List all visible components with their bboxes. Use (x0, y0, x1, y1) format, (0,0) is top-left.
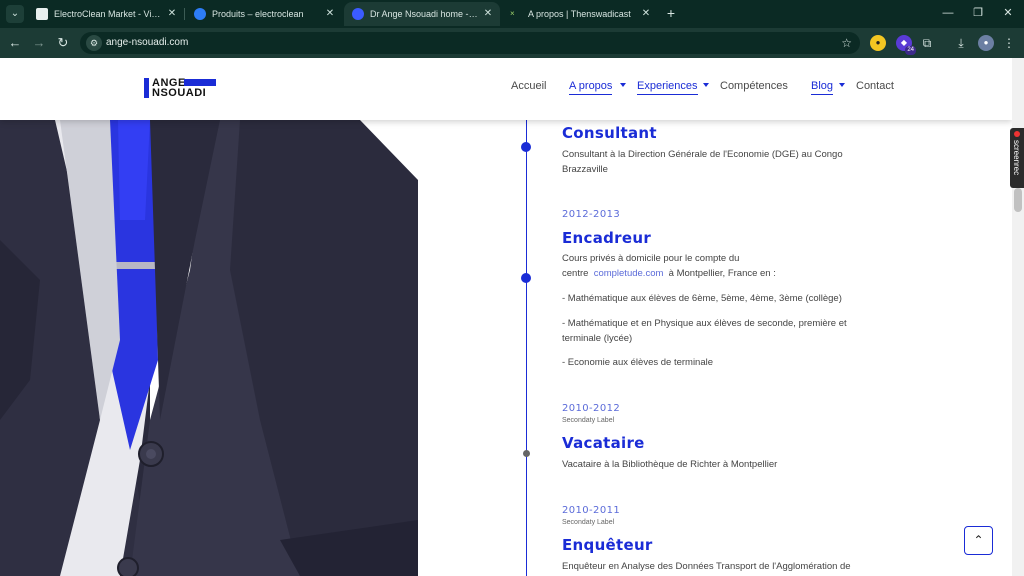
nav-a-propos[interactable]: A propos (569, 80, 613, 95)
tab-title: A propos | Thenswadicast (528, 9, 631, 19)
new-tab-button[interactable]: + (662, 4, 680, 22)
tab-ange-nsouadi-home[interactable]: Dr Ange Nsouadi home - Ange ✕ (344, 2, 500, 26)
tab-title: Dr Ange Nsouadi home - Ange (370, 9, 478, 19)
timeline-date: 2012-2013 (562, 209, 621, 220)
timeline-title: Consultant (562, 124, 657, 142)
thenswadicast-favicon-icon: × (510, 9, 515, 18)
close-tab-icon[interactable]: ✕ (166, 2, 178, 26)
electroclean-favicon-icon (36, 8, 48, 20)
extension-badge: 24 (905, 46, 916, 55)
nav-competences[interactable]: Compétences (720, 80, 788, 92)
site-header: ANGE NSOUADI Accueil A propos Experience… (0, 58, 1012, 120)
chevron-down-icon (839, 83, 845, 87)
nav-experiences[interactable]: Experiences (637, 80, 698, 95)
timeline-date: 2010-2011 (562, 505, 621, 516)
minimize-window-button[interactable]: — (938, 4, 958, 22)
screenrec-label: screenrec (1012, 140, 1021, 176)
timeline-description: Vacataire à la Bibliothèque de Richter à… (562, 459, 778, 470)
tab-search-button[interactable]: ⌄ (6, 5, 24, 23)
timeline-text: centre (562, 268, 589, 279)
timeline-bullet: - Mathématique aux élèves de 6ème, 5ème,… (562, 293, 842, 304)
timeline-line (526, 120, 527, 576)
tab-separator (184, 8, 185, 20)
logo-accent-bar (184, 79, 216, 86)
extension-counter-icon[interactable]: ◆ 24 (896, 35, 916, 55)
bookmark-star-icon[interactable]: ☆ (841, 32, 852, 54)
timeline-description: Consultant à la Direction Générale de l'… (562, 149, 843, 175)
web-page: ANGE NSOUADI Accueil A propos Experience… (0, 58, 1012, 576)
timeline-description: centre completude.com à Montpellier, Fra… (562, 266, 882, 281)
back-button[interactable]: ← (6, 34, 24, 52)
timeline-description: Enquêteur en Analyse des Données Transpo… (562, 561, 851, 572)
forward-button[interactable]: → (30, 34, 48, 52)
tab-title: ElectroClean Market - Vision M (54, 9, 162, 19)
back-to-top-button[interactable]: ⌃ (964, 526, 993, 555)
timeline-bullet: - Mathématique et en Physique aux élèves… (562, 318, 847, 344)
screenrec-widget[interactable]: screenrec (1010, 128, 1024, 188)
address-bar[interactable]: ⚙ ange-nsouadi.com ☆ (80, 32, 860, 54)
logo-bar (144, 78, 149, 98)
nav-accueil[interactable]: Accueil (511, 80, 546, 92)
close-window-button[interactable]: ✕ (998, 4, 1018, 22)
browser-toolbar: ← → ↻ ⚙ ange-nsouadi.com ☆ ● ◆ 24 ⧉ ⤓ ● ⋮ (0, 28, 1024, 58)
address-url: ange-nsouadi.com (106, 37, 189, 48)
chevron-down-icon (703, 83, 709, 87)
close-tab-icon[interactable]: ✕ (324, 2, 336, 26)
close-tab-icon[interactable]: ✕ (640, 2, 652, 26)
extensions-puzzle-icon[interactable]: ⧉ (918, 34, 936, 52)
timeline-bullet: - Economie aux élèves de terminale (562, 357, 714, 368)
timeline-secondary-label: Secondaty Label (562, 519, 615, 526)
timeline-dot (521, 142, 531, 152)
timeline-dot (523, 450, 530, 457)
nav-blog[interactable]: Blog (811, 80, 834, 95)
browser-menu-icon[interactable]: ⋮ (1000, 34, 1018, 52)
timeline-description: Cours privés à domicile pour le compte d… (562, 253, 740, 264)
reload-button[interactable]: ↻ (54, 34, 72, 52)
close-tab-icon[interactable]: ✕ (482, 2, 494, 26)
tab-a-propos-thenswadicast[interactable]: × A propos | Thenswadicast ✕ (502, 2, 658, 26)
timeline-title: Enquêteur (562, 536, 653, 554)
timeline-secondary-label: Secondaty Label (562, 417, 615, 424)
tab-produits[interactable]: Produits – electroclean ✕ (186, 2, 342, 26)
restore-window-button[interactable]: ❐ (968, 4, 988, 22)
timeline-text: à Montpellier, France en : (668, 268, 776, 279)
produits-favicon-icon (194, 8, 206, 20)
nav-contact[interactable]: Contact (856, 80, 894, 92)
completude-link[interactable]: completude.com (594, 268, 664, 279)
scrollbar-thumb[interactable] (1014, 188, 1022, 212)
portrait-photo (0, 120, 418, 576)
logo-line-2: NSOUADI (152, 87, 207, 99)
site-info-icon[interactable]: ⚙ (86, 35, 102, 51)
ange-nsouadi-favicon-icon (352, 8, 364, 20)
timeline-dot (521, 273, 531, 283)
extension-icon[interactable]: ● (870, 35, 886, 51)
record-icon (1014, 131, 1020, 137)
chevron-down-icon (620, 83, 626, 87)
timeline-title: Vacataire (562, 434, 645, 452)
timeline-date: 2010-2012 (562, 403, 621, 414)
timeline-title: Encadreur (562, 229, 652, 247)
tab-title: Produits – electroclean (212, 9, 304, 19)
downloads-icon[interactable]: ⤓ (952, 34, 970, 52)
browser-tab-bar: ⌄ ElectroClean Market - Vision M ✕ Produ… (0, 0, 1024, 28)
tab-electroclean-market[interactable]: ElectroClean Market - Vision M ✕ (28, 2, 184, 26)
profile-avatar[interactable]: ● (978, 35, 994, 51)
site-logo[interactable]: ANGE NSOUADI (144, 77, 218, 99)
